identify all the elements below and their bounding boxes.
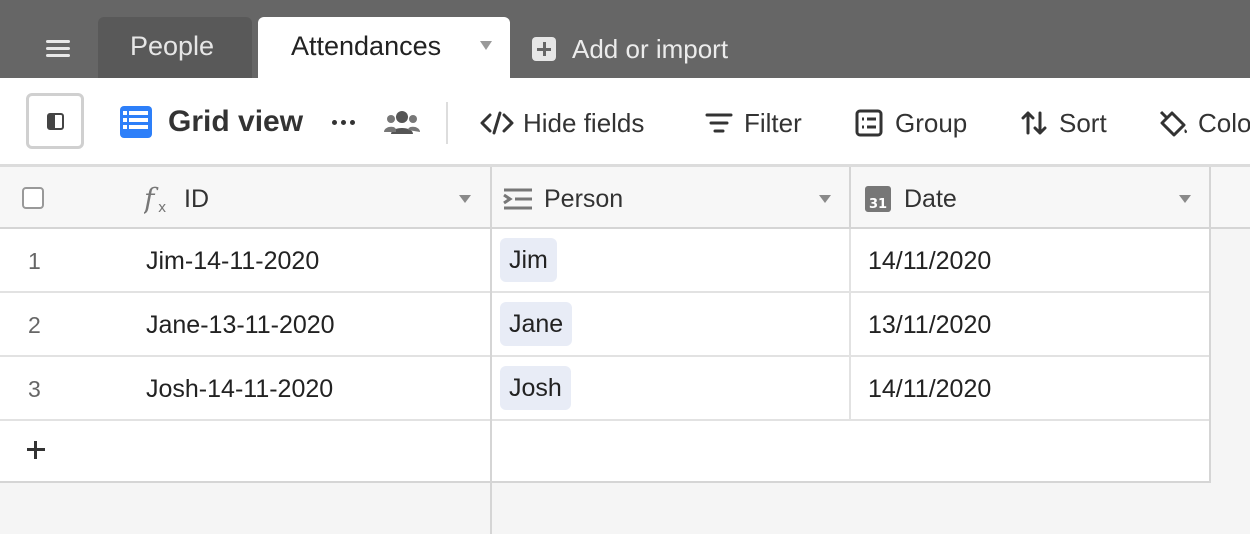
link-record-icon <box>503 188 532 210</box>
linked-record-chip[interactable]: Josh <box>500 366 571 410</box>
tab-attendances-label: Attendances <box>291 31 442 61</box>
table-list-menu-button[interactable] <box>28 30 86 68</box>
linked-record-chip[interactable]: Jane <box>500 302 573 346</box>
add-or-import-label: Add or import <box>572 34 729 64</box>
column-divider <box>849 229 851 291</box>
tab-attendances[interactable]: Attendances <box>258 17 510 79</box>
sort-label: Sort <box>1059 108 1107 138</box>
chevron-down-icon[interactable] <box>459 195 471 203</box>
plus-square-icon <box>532 37 556 61</box>
add-field-area[interactable] <box>1211 167 1250 229</box>
paint-bucket-icon <box>1159 110 1187 137</box>
group-label: Group <box>895 108 968 138</box>
tab-people[interactable]: People <box>98 17 252 78</box>
svg-text:31: 31 <box>869 197 887 212</box>
group-icon <box>855 109 883 137</box>
hide-fields-label: Hide fields <box>523 108 645 138</box>
chip-label: Jane <box>509 310 564 338</box>
plus-icon[interactable] <box>27 441 45 459</box>
sort-icon <box>1021 111 1047 135</box>
svg-text:f: f <box>144 184 159 214</box>
sort-button[interactable]: Sort <box>1020 105 1120 141</box>
formula-icon: f x <box>144 184 166 214</box>
linked-record-chip[interactable]: Jim <box>500 238 557 282</box>
chip-label: Jim <box>509 246 548 274</box>
color-label: Colo <box>1198 108 1250 138</box>
select-all-checkbox[interactable] <box>22 187 44 209</box>
group-button[interactable]: Group <box>855 105 980 141</box>
cell-id[interactable]: Josh-14-11-2020 <box>146 375 333 404</box>
frozen-column-divider <box>490 167 492 534</box>
cell-id[interactable]: Jane-13-11-2020 <box>146 311 335 340</box>
hide-fields-button[interactable]: Hide fields <box>480 105 660 141</box>
filter-label: Filter <box>744 108 802 138</box>
tab-people-label: People <box>130 31 215 61</box>
column-header-person[interactable]: Person <box>544 185 623 214</box>
column-divider <box>849 293 851 355</box>
filter-button[interactable]: Filter <box>705 105 815 141</box>
calendar-icon: 31 <box>865 186 891 212</box>
chevron-down-icon[interactable] <box>1179 195 1191 203</box>
cell-id[interactable]: Jim-14-11-2020 <box>146 247 319 276</box>
row-number: 3 <box>28 376 41 402</box>
chevron-down-icon[interactable] <box>819 195 831 203</box>
sidebar-toggle-button[interactable] <box>26 93 84 149</box>
view-toolbar: Grid view Hide fields Filter Group Sort … <box>0 78 1250 167</box>
cell-date[interactable]: 14/11/2020 <box>868 375 991 404</box>
chip-label: Josh <box>509 374 562 402</box>
hamburger-icon-line <box>46 54 70 57</box>
hamburger-icon-line <box>46 47 70 50</box>
row-number: 2 <box>28 312 41 338</box>
column-header-date[interactable]: Date <box>904 185 957 214</box>
color-button[interactable]: Colo <box>1158 105 1250 141</box>
column-divider <box>849 167 851 227</box>
toolbar-divider <box>446 102 448 144</box>
hamburger-icon <box>46 40 70 43</box>
add-row[interactable] <box>0 421 1211 483</box>
column-divider <box>849 357 851 419</box>
collaborative-view-icon[interactable] <box>384 108 420 138</box>
column-header-id[interactable]: ID <box>184 185 209 214</box>
hide-fields-icon <box>480 111 514 135</box>
chevron-down-icon[interactable] <box>480 41 492 50</box>
grid-header-row: f x ID Person 31 Date <box>0 167 1211 229</box>
base-topbar: People Attendances Add or import <box>0 0 1250 79</box>
sidebar-icon <box>47 113 64 130</box>
cell-date[interactable]: 14/11/2020 <box>868 247 991 276</box>
row-number: 1 <box>28 248 41 274</box>
cell-date[interactable]: 13/11/2020 <box>868 311 991 340</box>
svg-text:x: x <box>158 200 166 214</box>
view-name[interactable]: Grid view <box>168 105 303 139</box>
grid-view-icon <box>120 106 152 138</box>
table-row[interactable]: 1 Jim-14-11-2020 Jim 14/11/2020 <box>0 229 1211 293</box>
filter-icon <box>705 113 733 133</box>
table-row[interactable]: 3 Josh-14-11-2020 Josh 14/11/2020 <box>0 357 1211 421</box>
table-row[interactable]: 2 Jane-13-11-2020 Jane 13/11/2020 <box>0 293 1211 357</box>
